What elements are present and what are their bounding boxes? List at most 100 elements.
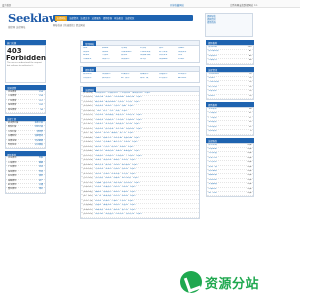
site-link[interactable]: 广州律师网 (120, 92, 130, 96)
item-title[interactable]: 交通事故 (209, 183, 217, 186)
site-link[interactable]: 更多> (134, 123, 140, 127)
site-link[interactable]: 人民法院报 (113, 96, 123, 100)
item-title[interactable]: 找法网 (209, 95, 215, 98)
site-link[interactable]: 中国法学 (95, 123, 103, 127)
site-link[interactable]: 知产网 (120, 132, 126, 136)
item-title[interactable]: 杭州律所 (209, 126, 217, 129)
site-link[interactable]: 计算器 (95, 182, 101, 186)
site-link[interactable]: 法学会 (140, 58, 159, 62)
site-logo[interactable]: Seeklaw 搜律网 法律网址 (8, 12, 59, 31)
item-title[interactable]: 诉讼代理 (209, 157, 217, 160)
site-link[interactable]: 法学沙龙 (116, 128, 124, 132)
site-link[interactable]: 公证文书 (126, 114, 134, 118)
site-link[interactable]: 调解中心 (103, 137, 111, 141)
site-link[interactable]: 援助热线 (105, 150, 113, 154)
item-title[interactable]: 刑事律师 (209, 59, 217, 62)
submit-site-link[interactable]: 开放收藏网站 (170, 3, 184, 7)
site-link[interactable]: 家事网 (122, 191, 128, 195)
site-link[interactable]: 刑辩网 (95, 186, 101, 190)
item-title[interactable]: 广州律所 (209, 117, 217, 120)
site-link[interactable]: 社保网 (103, 200, 109, 204)
nav-item[interactable]: 法律文书 (80, 16, 89, 20)
site-link[interactable]: 查询工具 (103, 182, 111, 186)
site-link[interactable]: 刑事律师 (103, 186, 111, 190)
site-link[interactable]: 检察日报 (126, 96, 134, 100)
site-link[interactable]: 更多> (130, 173, 136, 177)
site-link[interactable]: 人事网 (111, 200, 117, 204)
site-link[interactable]: 中国政法 (95, 119, 103, 123)
site-link[interactable]: 法商研究 (116, 123, 124, 127)
item-title[interactable]: 法律顾问 (209, 55, 217, 58)
site-link[interactable]: 工伤网 (120, 200, 126, 204)
nav-item[interactable]: 律师查询 (103, 16, 112, 20)
site-link[interactable]: 深圳律师网 (132, 92, 142, 96)
site-link[interactable]: 房产网 (95, 195, 101, 199)
site-link[interactable]: 公司法 (122, 173, 128, 177)
site-link[interactable]: 法援网 (116, 150, 122, 154)
site-link[interactable]: 华律网 (113, 105, 119, 109)
site-link[interactable]: 法规库 (95, 159, 101, 163)
site-link[interactable]: 网址大全 (116, 213, 124, 217)
site-link[interactable]: 交通网 (95, 204, 101, 208)
site-link[interactable]: 找法网 (105, 105, 111, 109)
item-title[interactable]: 债务催收 (209, 170, 217, 173)
site-link[interactable]: 金杜 (97, 110, 101, 114)
site-link[interactable]: 更多> (128, 200, 134, 204)
site-link[interactable]: 法学研究 (105, 123, 113, 127)
site-link[interactable]: 更多> (134, 150, 140, 154)
list-item[interactable]: 合同范本 文书模板 (6, 144, 45, 149)
site-link[interactable]: 更多> (145, 92, 151, 96)
site-link[interactable]: 律师博客 (105, 128, 113, 132)
site-link[interactable]: 更多> (134, 182, 140, 186)
item-title[interactable]: 婚姻家事 (209, 174, 217, 177)
site-link[interactable]: 最高法院 (95, 101, 103, 105)
item-title[interactable]: 律师网站 (209, 46, 217, 49)
site-link[interactable]: 海事法 (113, 177, 119, 181)
nav-item[interactable]: 法律服务 (92, 16, 101, 20)
site-link[interactable]: 更多> (132, 141, 138, 145)
site-link[interactable]: WTO法律 (122, 177, 131, 181)
site-link[interactable]: 专利网 (103, 132, 109, 136)
site-link[interactable]: 君合 (103, 110, 107, 114)
site-link[interactable]: 法律资讯 (121, 58, 140, 62)
site-link[interactable]: 涉外律所 (95, 177, 103, 181)
site-link[interactable]: 法律援助 (159, 58, 178, 62)
site-link[interactable]: 更多> (130, 195, 136, 199)
site-link[interactable]: 商标网 (95, 132, 101, 136)
item-title[interactable]: 公司法务 (209, 161, 217, 164)
site-link[interactable]: 更多> (136, 128, 142, 132)
list-item[interactable]: 南京律所 9 (207, 130, 253, 135)
site-link[interactable]: 更多> (133, 177, 139, 181)
site-link[interactable]: 仲裁委 (95, 137, 101, 141)
site-link[interactable]: 更多> (128, 105, 134, 109)
site-link[interactable]: 公证处 (178, 58, 197, 62)
site-link[interactable]: 诉状模板 (105, 114, 113, 118)
item-title[interactable]: 法律快车 (209, 90, 217, 93)
site-link[interactable]: 法律检索 (103, 159, 111, 163)
site-link[interactable]: 房产律师 (121, 77, 140, 81)
item-title[interactable]: 劳动纠纷 (209, 179, 217, 182)
site-link[interactable]: 更多> (136, 96, 142, 100)
site-link[interactable]: 司法部 (118, 101, 124, 105)
set-homepage-link[interactable]: 设为首页 (2, 3, 11, 7)
site-link[interactable]: 劳动网 (95, 200, 101, 204)
site-link[interactable]: 刑法网 (122, 186, 128, 190)
site-link[interactable]: 公证处 (95, 141, 101, 145)
site-link[interactable]: 律师之家 (126, 213, 134, 217)
site-link[interactable]: 国务院 (95, 146, 101, 150)
site-link[interactable]: 上海律师网 (107, 92, 117, 96)
site-link[interactable]: 合同范本 (95, 114, 103, 118)
item-title[interactable]: 北京律所 (209, 108, 217, 111)
site-link[interactable]: 法学家 (126, 123, 132, 127)
site-link[interactable]: 培训网 (113, 168, 119, 172)
site-link[interactable]: 更多> (136, 114, 142, 118)
site-link[interactable]: 合同律师 (83, 77, 102, 81)
nav-item[interactable]: 法律网站 (55, 15, 68, 21)
site-link[interactable]: 律考网 (122, 168, 128, 172)
site-link[interactable]: 广东律协 (126, 155, 134, 159)
site-link[interactable]: 中南财经 (126, 119, 134, 123)
site-link[interactable]: 裁判文书 (95, 164, 103, 168)
site-link[interactable]: 更多> (134, 101, 140, 105)
site-link[interactable]: 援助中心 (95, 150, 103, 154)
site-link[interactable]: 企业法律 (111, 173, 119, 177)
